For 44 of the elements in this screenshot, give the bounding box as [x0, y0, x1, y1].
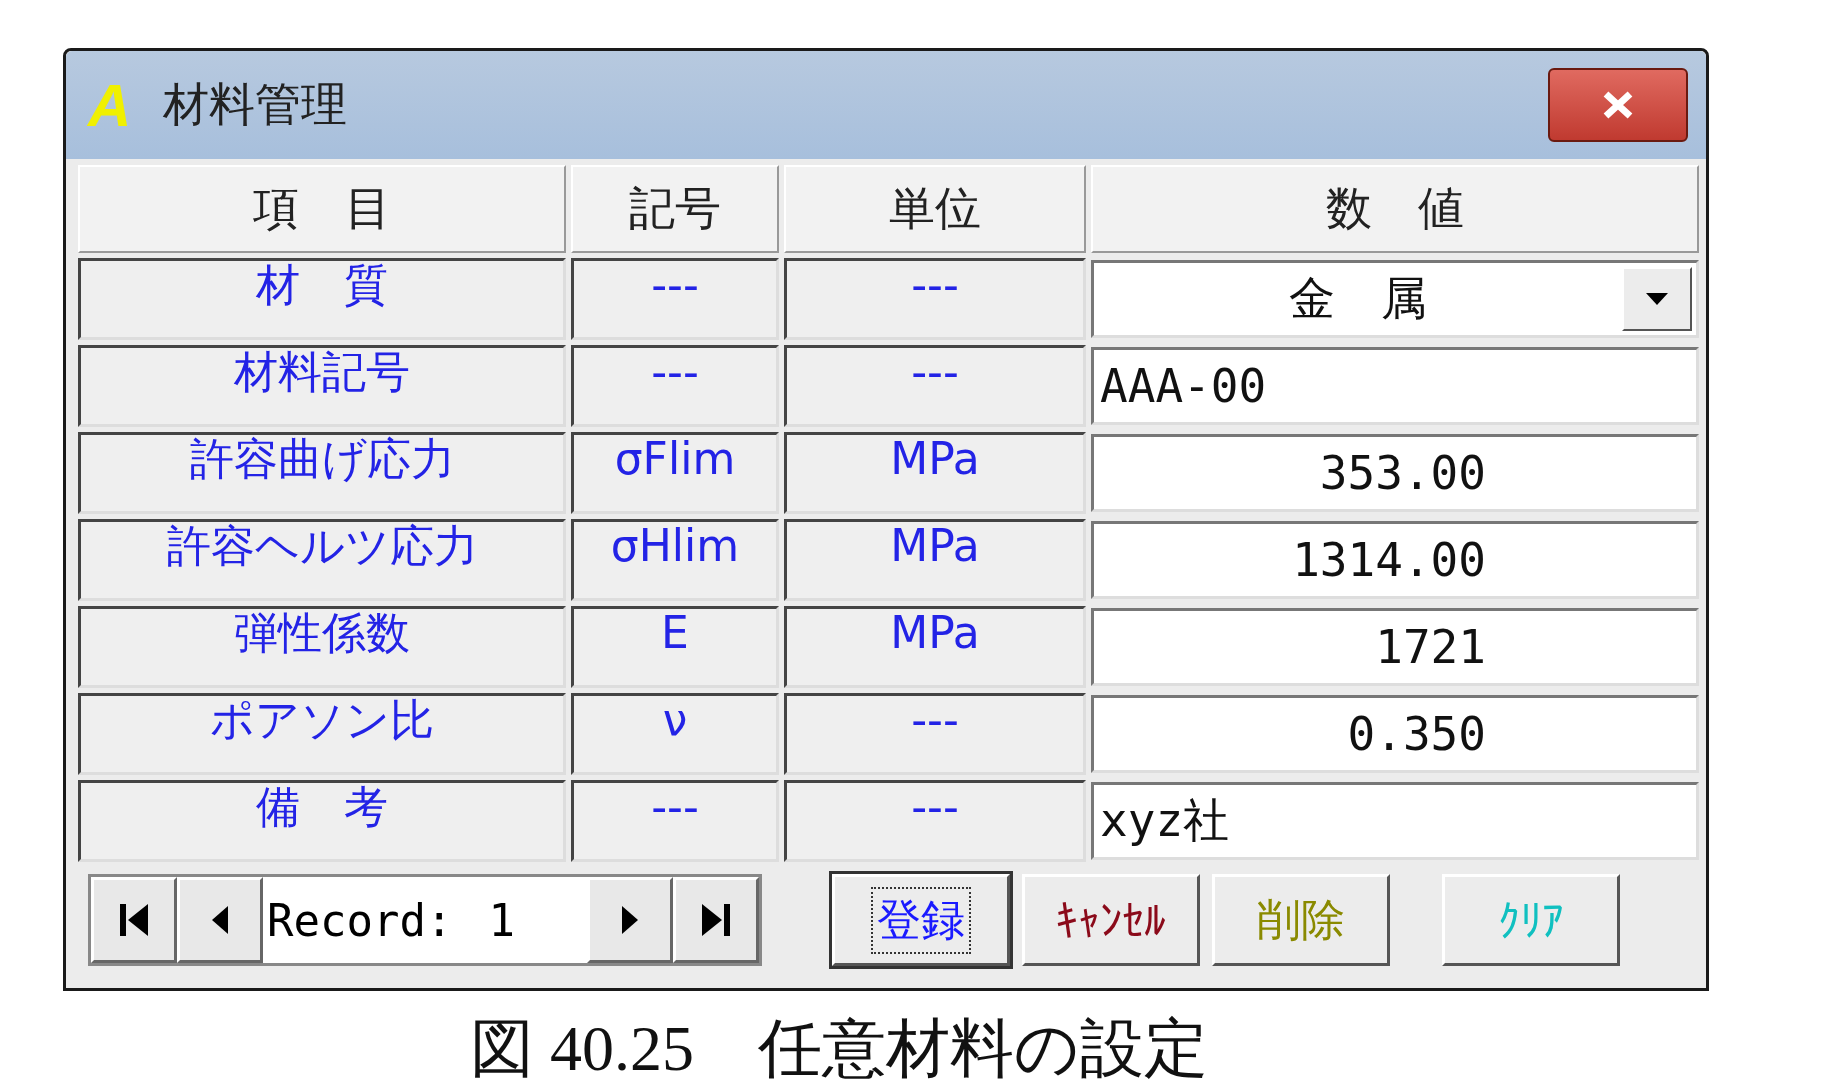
figure-caption: 図 40.25 任意材料の設定	[470, 1012, 1209, 1086]
app-logo: A	[88, 70, 132, 140]
previous-record-icon[interactable]	[177, 877, 263, 963]
row-label: ポアソン比	[78, 693, 566, 775]
symbol-cell: ---	[571, 258, 779, 340]
value-field[interactable]: 0.350	[1091, 695, 1699, 773]
symbol-cell: E	[571, 606, 779, 688]
row-label: 許容曲げ応力	[78, 432, 566, 514]
unit-cell: ---	[784, 693, 1086, 775]
column-header: 数 値	[1091, 165, 1699, 253]
first-record-icon[interactable]	[91, 877, 177, 963]
symbol-cell: ν	[571, 693, 779, 775]
unit-cell: ---	[784, 345, 1086, 427]
symbol-cell: ---	[571, 780, 779, 862]
next-record-icon[interactable]	[587, 877, 673, 963]
symbol-cell: σHlim	[571, 519, 779, 601]
row-label: 許容ヘルツ応力	[78, 519, 566, 601]
column-header: 記号	[571, 165, 779, 253]
value-field[interactable]: AAA-00	[1091, 347, 1699, 425]
unit-cell: MPa	[784, 432, 1086, 514]
unit-cell: ---	[784, 780, 1086, 862]
row-label: 材 質	[78, 258, 566, 340]
record-label: Record:	[267, 894, 453, 946]
value-field[interactable]: xyz社	[1091, 782, 1699, 860]
unit-cell: MPa	[784, 519, 1086, 601]
action-button[interactable]: ｷｬﾝｾﾙ	[1022, 874, 1200, 966]
row-label: 弾性係数	[78, 606, 566, 688]
unit-cell: ---	[784, 258, 1086, 340]
close-button[interactable]	[1548, 68, 1688, 142]
value-field[interactable]: 1721	[1091, 608, 1699, 686]
value-field[interactable]: 353.00	[1091, 434, 1699, 512]
unit-cell: MPa	[784, 606, 1086, 688]
value-field[interactable]: 1314.00	[1091, 521, 1699, 599]
window-title: 材料管理	[163, 76, 348, 133]
column-header: 単位	[784, 165, 1086, 253]
row-label: 備 考	[78, 780, 566, 862]
row-label: 材料記号	[78, 345, 566, 427]
last-record-icon[interactable]	[673, 877, 759, 963]
column-header: 項 目	[78, 165, 566, 253]
symbol-cell: ---	[571, 345, 779, 427]
material-dropdown[interactable]: 金 属	[1091, 260, 1699, 338]
action-button[interactable]: 登録	[832, 874, 1010, 966]
symbol-cell: σFlim	[571, 432, 779, 514]
record-number[interactable]: 1	[488, 894, 515, 946]
